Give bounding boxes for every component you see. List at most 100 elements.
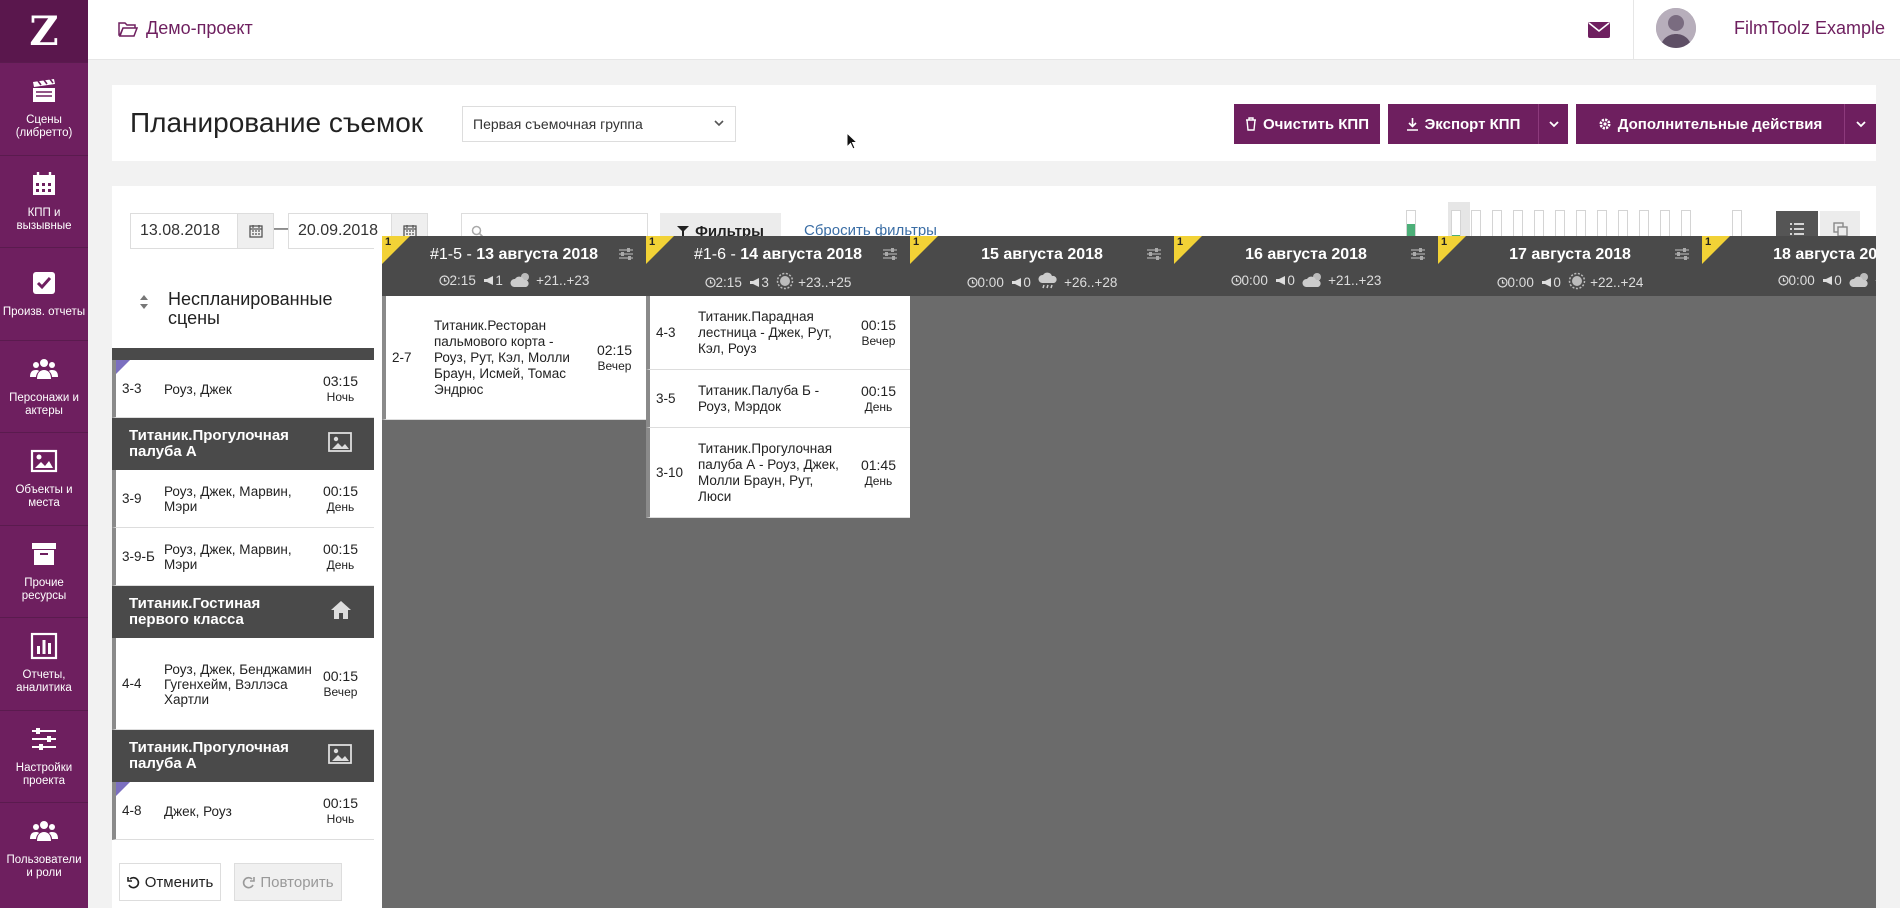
- sidebar-item-1[interactable]: КПП и вызывные: [0, 154, 88, 248]
- project-link[interactable]: Демо-проект: [118, 18, 253, 39]
- day-temperature: +2: [1875, 273, 1876, 288]
- avatar[interactable]: [1656, 8, 1696, 48]
- day-title: 15 августа 2018: [981, 246, 1103, 263]
- day-title: 17 августа 2018: [1509, 246, 1631, 263]
- list-item[interactable]: 4-4 Роуз, Джек, Бенджамин Гугенхейм, Вэлл…: [112, 638, 374, 730]
- scheduled-scene[interactable]: 3-10 Титаник.Прогулочная палуба А - Роуз,…: [646, 428, 910, 518]
- sidebar-item-label: Произв. отчеты: [2, 305, 86, 318]
- sidebar-item-5[interactable]: Прочие ресурсы: [0, 524, 88, 618]
- project-name: Демо-проект: [146, 18, 253, 38]
- day-temperature: +26..+28: [1064, 275, 1118, 290]
- day-scene-count: 0: [1023, 275, 1031, 290]
- scheduled-scene[interactable]: 2-7 Титаник.Ресторан пальмового корта - Р…: [382, 296, 646, 420]
- sidebar-item-label: Прочие ресурсы: [21, 576, 67, 602]
- scene-number: 4-4: [122, 676, 142, 691]
- day-settings-icon[interactable]: [1410, 248, 1426, 263]
- chevron-down-icon: [1855, 121, 1866, 128]
- day-scene-list: 4-3 Титаник.Парадная лестница - Джек, Рут…: [646, 296, 910, 518]
- location-group-header[interactable]: Титаник.Прогулочная палуба А: [112, 730, 374, 782]
- list-icon: [1790, 223, 1804, 235]
- user-name[interactable]: FilmToolz Example: [1734, 18, 1885, 39]
- day-header[interactable]: 1 #1-5 - 13 августа 2018 2:15 1 +21..+23: [382, 236, 646, 296]
- scene-duration: 00:15 Ночь: [322, 795, 358, 826]
- clock-icon: [438, 273, 450, 288]
- scene-time-of-day: День: [864, 474, 893, 488]
- scene-duration: 00:15 День: [860, 383, 896, 414]
- day-header[interactable]: 1 17 августа 2018 0:00 0 +22..+24: [1438, 236, 1702, 296]
- location-group-header-partial[interactable]: [112, 348, 374, 360]
- clock-icon: [704, 275, 716, 290]
- sliders-icon: [30, 725, 58, 762]
- sidebar-item-8[interactable]: Пользователи и роли: [0, 802, 88, 895]
- app-logo[interactable]: Z: [0, 0, 88, 62]
- scene-number: 2-7: [392, 350, 412, 365]
- megaphone-icon: [483, 273, 495, 288]
- redo-button[interactable]: Повторить: [234, 863, 342, 901]
- chevron-down-icon: [714, 120, 724, 127]
- sidebar-item-6[interactable]: Отчеты, аналитика: [0, 617, 88, 710]
- calendar-icon[interactable]: [237, 214, 273, 248]
- location-group-header[interactable]: Титаник.Прогулочная палуба А: [112, 418, 374, 470]
- export-kpp-button[interactable]: Экспорт КПП: [1388, 104, 1538, 144]
- users-icon: [30, 817, 58, 854]
- unplanned-title: Неспланированные сцены: [168, 289, 333, 328]
- megaphone-icon: [1011, 275, 1023, 290]
- day-stats: 0:00 0 +21..+23: [1174, 272, 1438, 291]
- scheduled-scene[interactable]: 3-5 Титаник.Палуба Б - Роуз, Мэрдок 00:15 Д…: [646, 370, 910, 428]
- title-panel: Планирование съемок Первая съемочная гру…: [112, 85, 1876, 161]
- scene-number: 3-9-Б: [122, 549, 155, 564]
- export-kpp-dropdown[interactable]: [1538, 104, 1568, 144]
- scene-time-of-day: Вечер: [597, 359, 632, 373]
- sidebar-item-0[interactable]: Сцены (либретто): [0, 62, 88, 155]
- sidebar-item-4[interactable]: Объекты и места: [0, 432, 88, 525]
- sidebar-item-2[interactable]: Произв. отчеты: [0, 247, 88, 340]
- sidebar-item-3[interactable]: Персонажи и актеры: [0, 339, 88, 433]
- scene-duration: 00:15 Вечер: [860, 317, 896, 348]
- clone-icon: [1832, 221, 1848, 237]
- location-group-header[interactable]: Титаник.Гостиная первого класса: [112, 586, 374, 638]
- day-title: 16 августа 2018: [1245, 246, 1367, 263]
- scene-description: Титаник.Прогулочная палуба А - Роуз, Дже…: [698, 441, 839, 504]
- redo-icon: [243, 876, 256, 888]
- sidebar-item-label: Настройки проекта: [15, 761, 73, 787]
- undo-button[interactable]: Отменить: [119, 863, 221, 901]
- day-stats: 0:00 0 +22..+24: [1438, 272, 1702, 293]
- scene-number: 4-8: [122, 803, 142, 818]
- day-duration: 2:15: [449, 273, 476, 288]
- scene-duration: 02:15 Вечер: [596, 342, 632, 373]
- scene-time-of-day: Вечер: [861, 334, 896, 348]
- megaphone-icon: [1275, 273, 1287, 288]
- day-settings-icon[interactable]: [882, 248, 898, 263]
- day-stats: 0:00 0 +2: [1702, 272, 1876, 291]
- more-actions-dropdown[interactable]: [1844, 104, 1876, 144]
- scene-number: 3-10: [656, 465, 684, 480]
- schedule-calendar: 1 #1-5 - 13 августа 2018 2:15 1 +21..+23 2-…: [382, 236, 1876, 908]
- list-item[interactable]: 3-9-Б Роуз, Джек, Марвин, Мэри 00:15 День: [112, 528, 374, 586]
- date-from-value[interactable]: 13.08.2018: [131, 222, 237, 240]
- day-temperature: +21..+23: [1328, 273, 1382, 288]
- sort-icon[interactable]: [139, 294, 149, 310]
- scene-description: Титаник.Ресторан пальмового корта - Роуз…: [434, 318, 570, 397]
- day-header[interactable]: 1 16 августа 2018 0:00 0 +21..+23: [1174, 236, 1438, 296]
- scene-number: 4-3: [656, 325, 676, 340]
- scheduled-scene[interactable]: 4-3 Титаник.Парадная лестница - Джек, Рут…: [646, 296, 910, 370]
- day-settings-icon[interactable]: [618, 248, 634, 263]
- day-header[interactable]: 118 августа 20180:00 0 +2: [1702, 236, 1876, 296]
- day-header[interactable]: 1 15 августа 2018 0:00 0 +26..+28: [910, 236, 1174, 296]
- list-item[interactable]: 4-8 Джек, Роуз 00:15 Ночь: [112, 782, 374, 840]
- scene-duration: 01:45 День: [860, 457, 896, 488]
- more-actions-button[interactable]: Дополнительные действия: [1576, 104, 1844, 144]
- sidebar-item-7[interactable]: Настройки проекта: [0, 709, 88, 803]
- day-stats: 0:00 0 +26..+28: [910, 272, 1174, 293]
- date-from-field[interactable]: 13.08.2018: [130, 213, 274, 249]
- day-settings-icon[interactable]: [1674, 248, 1690, 263]
- day-title: #1-5 - 13 августа 2018: [429, 246, 599, 263]
- clear-kpp-button[interactable]: Очистить КПП: [1234, 104, 1380, 144]
- mail-icon[interactable]: [1581, 14, 1617, 46]
- shooting-group-select[interactable]: Первая съемочная группа: [462, 106, 736, 142]
- list-item[interactable]: 3-9 Роуз, Джек, Марвин, Мэри 00:15 День: [112, 470, 374, 528]
- list-item[interactable]: 3-3 Роуз, Джек 03:15 Ночь: [112, 360, 374, 418]
- day-scene-count: 0: [1287, 273, 1295, 288]
- day-settings-icon[interactable]: [1146, 248, 1162, 263]
- day-header[interactable]: 1 #1-6 - 14 августа 2018 2:15 3 +23..+25: [646, 236, 910, 296]
